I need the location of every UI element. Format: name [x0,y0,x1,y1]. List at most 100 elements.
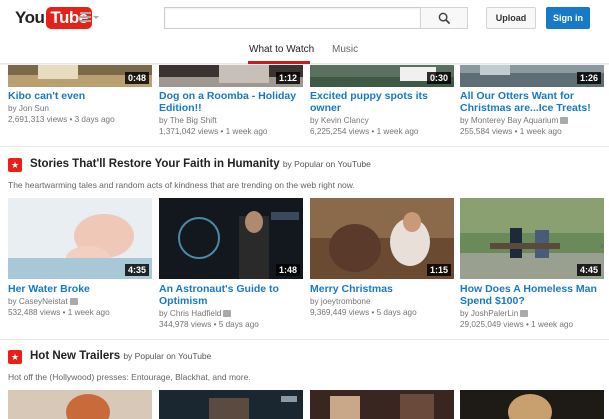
channel-name[interactable]: by JoshPalerLin [460,309,518,318]
video-thumbnail[interactable]: 0:30 [310,65,454,87]
video-title[interactable]: All Our Otters Want for Christmas are...… [460,90,606,114]
thumbnail-image [8,390,152,419]
upload-age: 3 days ago [74,115,115,124]
shelf-source[interactable]: by Popular on YouTube [283,159,371,169]
upload-age: 1 week ago [519,127,562,136]
view-count: 532,488 views [8,308,61,317]
video-thumbnail[interactable] [460,390,604,419]
upload-age: 1 week ago [67,308,110,317]
verified-badge-icon [560,117,569,124]
video-stats: 2,691,313 views • 3 days ago [8,115,115,124]
popular-shelf-icon: ★ [8,350,22,364]
video-title[interactable]: Dog on a Roomba - Holiday Edition!! [159,90,309,114]
view-count: 29,025,049 views [460,320,524,329]
search-input[interactable] [164,7,421,29]
video-title[interactable]: Her Water Broke [8,283,158,295]
channel-name[interactable]: by The Big Shift [159,116,217,125]
shelf-source[interactable]: by Popular on YouTube [123,351,211,361]
channel-name[interactable]: by Chris Hadfield [159,309,221,318]
video-channel[interactable]: by Kevin Clancy [310,115,462,126]
video-thumbnail[interactable]: 4:45 [460,198,604,279]
masthead: You Tube Upload Sign in [0,0,609,36]
upload-button[interactable]: Upload [486,7,536,29]
view-count: 1,371,042 views [159,127,219,136]
shelf-title-text[interactable]: Hot New Trailers [30,350,120,362]
video-stats: 29,025,049 views • 1 week ago [460,320,574,329]
view-count: 344,978 views [159,320,212,329]
duration-badge: 0:30 [426,72,451,84]
video-channel[interactable]: by Monterey Bay Aquarium [460,115,609,126]
video-stats: 6,225,254 views • 1 week ago [310,127,419,136]
channel-name[interactable]: by Kevin Clancy [310,116,369,125]
duration-badge: 4:35 [124,264,149,276]
video-thumbnail[interactable]: 1:12 [159,65,303,87]
upload-age: 1 week ago [225,127,268,136]
verified-badge-icon [520,310,529,317]
video-title[interactable]: Merry Christmas [310,283,460,295]
tab-what-to-watch[interactable]: What to Watch [249,44,314,55]
search-button[interactable] [420,7,468,29]
view-count: 2,691,313 views [8,115,68,124]
shelf-title-text[interactable]: Stories That'll Restore Your Faith in Hu… [30,158,280,170]
video-title[interactable]: Kibo can't even [8,90,158,102]
shelf-title[interactable]: Stories That'll Restore Your Faith in Hu… [30,158,371,170]
video-thumbnail[interactable]: 1:15 [310,198,454,279]
video-stats: 255,584 views • 1 week ago [460,127,562,136]
video-title[interactable]: How Does A Homeless Man Spend $100? [460,283,606,307]
duration-badge: 1:26 [576,72,601,84]
video-channel[interactable]: by CaseyNeistat [8,296,160,307]
duration-badge: 1:15 [426,264,451,276]
shelf-description: Hot off the (Hollywood) presses: Entoura… [8,372,251,382]
shelf-divider [0,146,609,147]
shelf-description: The heartwarming tales and random acts o… [8,180,355,190]
view-count: 6,225,254 views [310,127,370,136]
logo-you-text: You [15,8,45,27]
thumbnail-image [159,390,303,419]
verified-badge-icon [69,298,78,305]
video-thumbnail[interactable]: 4:35 [8,198,152,279]
video-thumbnail[interactable]: 0:48 [8,65,152,87]
video-stats: 532,488 views • 1 week ago [8,308,110,317]
channel-name[interactable]: by joeytrombone [310,297,371,306]
signin-button[interactable]: Sign in [546,7,590,29]
upload-age: 5 days ago [376,308,417,317]
video-thumbnail[interactable] [8,390,152,419]
view-count: 255,584 views [460,127,513,136]
video-channel[interactable]: by JoshPalerLin [460,308,609,319]
video-channel[interactable]: by Chris Hadfield [159,308,311,319]
shelf-next-arrow-icon[interactable]: › [600,240,609,254]
video-thumbnail[interactable] [310,390,454,419]
shelf-title[interactable]: Hot New Trailers by Popular on YouTube [30,350,211,362]
feed-tabs: What to Watch Music [0,36,609,64]
duration-badge: 4:45 [576,264,601,276]
upload-age: 1 week ago [376,127,419,136]
active-tab-indicator [248,61,310,64]
video-stats: 344,978 views • 5 days ago [159,320,259,329]
upload-age: 5 days ago [218,320,259,329]
duration-badge: 1:48 [275,264,300,276]
popular-shelf-icon: ★ [8,158,22,172]
channel-name[interactable]: by CaseyNeistat [8,297,68,306]
video-stats: 1,371,042 views • 1 week ago [159,127,268,136]
video-title[interactable]: Excited puppy spots its owner [310,90,456,114]
video-stats: 9,369,449 views • 5 days ago [310,308,417,317]
thumbnail-image [460,390,604,419]
guide-menu-icon[interactable] [80,12,99,24]
channel-name[interactable]: by Jon Sun [8,104,49,113]
video-thumbnail[interactable] [159,390,303,419]
view-count: 9,369,449 views [310,308,370,317]
channel-name[interactable]: by Monterey Bay Aquarium [460,116,558,125]
duration-badge: 1:12 [275,72,300,84]
upload-age: 1 week ago [531,320,574,329]
shelf-divider [0,339,609,340]
video-thumbnail[interactable]: 1:48 [159,198,303,279]
search-icon [438,12,450,24]
verified-badge-icon [223,310,232,317]
video-channel[interactable]: by The Big Shift [159,115,311,126]
video-title[interactable]: An Astronaut's Guide to Optimism [159,283,305,307]
video-channel[interactable]: by joeytrombone [310,296,462,307]
duration-badge: 0:48 [124,72,149,84]
tab-music[interactable]: Music [332,44,358,55]
video-thumbnail[interactable]: 1:26 [460,65,604,87]
video-channel[interactable]: by Jon Sun [8,103,160,114]
